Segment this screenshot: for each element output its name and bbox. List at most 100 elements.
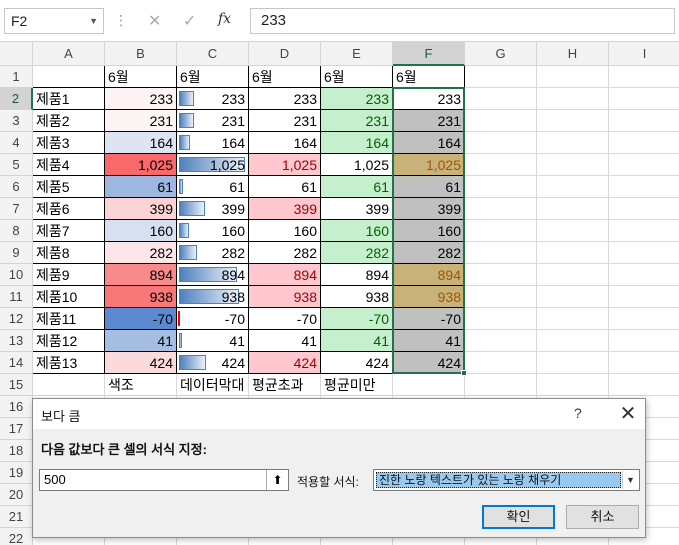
product-name-cell[interactable]: 제품8: [33, 242, 105, 264]
below-average-cell[interactable]: 160: [321, 220, 393, 242]
cell[interactable]: [465, 88, 537, 110]
cancel-icon[interactable]: ✕: [148, 11, 161, 31]
row-header-8[interactable]: 8: [0, 220, 33, 242]
data-bar-cell[interactable]: 233: [177, 88, 249, 110]
cell[interactable]: [609, 110, 679, 132]
cell[interactable]: [393, 374, 465, 396]
cell[interactable]: [465, 220, 537, 242]
column-header-e[interactable]: E: [321, 42, 393, 66]
cell[interactable]: [537, 264, 609, 286]
column-title-cell[interactable]: 6월: [177, 66, 249, 88]
cell[interactable]: [465, 308, 537, 330]
cell[interactable]: [465, 176, 537, 198]
greater-than-cell[interactable]: 231: [393, 110, 465, 132]
column-header-c[interactable]: C: [177, 42, 249, 66]
cell[interactable]: [537, 198, 609, 220]
greater-than-cell[interactable]: 1,025: [393, 154, 465, 176]
above-average-cell[interactable]: 61: [249, 176, 321, 198]
column-header-d[interactable]: D: [249, 42, 321, 66]
cell[interactable]: [609, 330, 679, 352]
product-name-cell[interactable]: 제품9: [33, 264, 105, 286]
cell[interactable]: [465, 132, 537, 154]
above-average-cell[interactable]: 399: [249, 198, 321, 220]
cell[interactable]: [609, 308, 679, 330]
color-scale-cell[interactable]: 399: [105, 198, 177, 220]
ok-button[interactable]: 확인: [482, 505, 555, 529]
greater-than-cell[interactable]: 938: [393, 286, 465, 308]
greater-than-cell[interactable]: 41: [393, 330, 465, 352]
color-scale-cell[interactable]: 164: [105, 132, 177, 154]
greater-than-cell[interactable]: 61: [393, 176, 465, 198]
row-header-15[interactable]: 15: [0, 374, 33, 396]
greater-than-cell[interactable]: 160: [393, 220, 465, 242]
data-bar-cell[interactable]: 938: [177, 286, 249, 308]
cell[interactable]: [465, 110, 537, 132]
column-title-cell[interactable]: 6월: [249, 66, 321, 88]
cell[interactable]: [609, 198, 679, 220]
product-name-cell[interactable]: 제품6: [33, 198, 105, 220]
footer-label-cell[interactable]: 색조: [105, 374, 177, 396]
row-header-3[interactable]: 3: [0, 110, 33, 132]
cell[interactable]: [465, 330, 537, 352]
chevron-down-icon[interactable]: ▼: [622, 471, 638, 489]
cell[interactable]: [465, 374, 537, 396]
above-average-cell[interactable]: 41: [249, 330, 321, 352]
help-icon[interactable]: ?: [574, 405, 582, 421]
column-header-a[interactable]: A: [33, 42, 105, 66]
fill-handle[interactable]: [461, 370, 467, 376]
column-title-cell[interactable]: 6월: [393, 66, 465, 88]
product-name-cell[interactable]: 제품5: [33, 176, 105, 198]
cell[interactable]: [537, 242, 609, 264]
color-scale-cell[interactable]: 160: [105, 220, 177, 242]
cell[interactable]: [465, 242, 537, 264]
cell[interactable]: [537, 154, 609, 176]
below-average-cell[interactable]: -70: [321, 308, 393, 330]
cell[interactable]: [609, 154, 679, 176]
above-average-cell[interactable]: 231: [249, 110, 321, 132]
product-name-cell[interactable]: 제품11: [33, 308, 105, 330]
cell[interactable]: [537, 374, 609, 396]
row-header-12[interactable]: 12: [0, 308, 33, 330]
data-bar-cell[interactable]: 399: [177, 198, 249, 220]
cell[interactable]: [465, 66, 537, 88]
cell[interactable]: [609, 66, 679, 88]
row-header-11[interactable]: 11: [0, 286, 33, 308]
column-header-h[interactable]: H: [537, 42, 609, 66]
greater-than-cell[interactable]: -70: [393, 308, 465, 330]
cell[interactable]: [537, 220, 609, 242]
row-header-19[interactable]: 19: [0, 462, 33, 484]
collapse-dialog-icon[interactable]: ⬆: [266, 470, 288, 490]
footer-label-cell[interactable]: 평균미만: [321, 374, 393, 396]
cell[interactable]: [33, 374, 105, 396]
row-header-21[interactable]: 21: [0, 506, 33, 528]
cell[interactable]: [465, 154, 537, 176]
data-bar-cell[interactable]: 61: [177, 176, 249, 198]
cell[interactable]: [609, 220, 679, 242]
column-title-cell[interactable]: 6월: [321, 66, 393, 88]
cell[interactable]: [537, 88, 609, 110]
cell[interactable]: [609, 286, 679, 308]
cancel-button[interactable]: 취소: [566, 505, 639, 529]
row-header-16[interactable]: 16: [0, 396, 33, 418]
above-average-cell[interactable]: 160: [249, 220, 321, 242]
cell[interactable]: [609, 176, 679, 198]
product-name-cell[interactable]: 제품10: [33, 286, 105, 308]
cell[interactable]: [537, 286, 609, 308]
above-average-cell[interactable]: 424: [249, 352, 321, 374]
footer-label-cell[interactable]: 평균초과: [249, 374, 321, 396]
cell[interactable]: [537, 308, 609, 330]
cell[interactable]: [609, 264, 679, 286]
cell[interactable]: [465, 198, 537, 220]
threshold-input[interactable]: 500: [39, 469, 289, 491]
below-average-cell[interactable]: 894: [321, 264, 393, 286]
column-header-i[interactable]: I: [609, 42, 679, 66]
above-average-cell[interactable]: 164: [249, 132, 321, 154]
greater-than-cell[interactable]: 399: [393, 198, 465, 220]
greater-than-cell[interactable]: 282: [393, 242, 465, 264]
select-all-corner[interactable]: [0, 42, 33, 66]
below-average-cell[interactable]: 41: [321, 330, 393, 352]
above-average-cell[interactable]: 282: [249, 242, 321, 264]
row-header-22[interactable]: 22: [0, 528, 33, 545]
cell[interactable]: [609, 242, 679, 264]
greater-than-cell[interactable]: 424: [393, 352, 465, 374]
